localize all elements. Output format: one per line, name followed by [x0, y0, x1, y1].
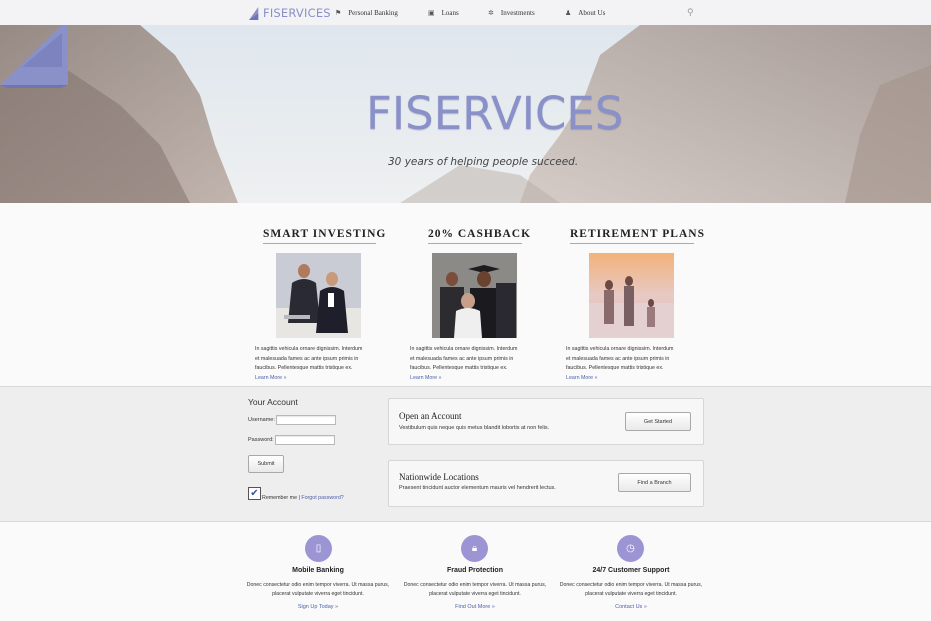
feature-text: In sagittis vehicula ornare dignissim. I… [410, 345, 522, 383]
submit-button[interactable]: Submit [248, 455, 284, 473]
learn-more-link[interactable]: Learn More » [566, 375, 598, 381]
hero-banner: FISERVICES 30 years of helping people su… [0, 25, 931, 203]
customer-support-text: Donec consectetur odio enim tempor viver… [559, 582, 703, 597]
fraud-protection-text: Donec consectetur odio enim tempor viver… [403, 582, 547, 597]
lock-icon: 🔒︎ [461, 535, 488, 562]
feature-image-business-people [276, 253, 361, 338]
nav-item-label: Loans [441, 9, 459, 17]
password-label: Password: [248, 437, 274, 443]
nav-item-label: About Us [578, 9, 606, 17]
learn-more-link[interactable]: Learn More » [410, 375, 442, 381]
feature-description: In sagittis vehicula ornare dignissim. I… [566, 346, 674, 371]
feature-image-family-beach [589, 253, 674, 338]
feature-text: In sagittis vehicula ornare dignissim. I… [255, 345, 367, 383]
nav-item-about-us[interactable]: ♟ About Us [565, 7, 605, 19]
feature-title-cashback: 20% CASHBACK [428, 228, 530, 244]
gear-icon: ✲ [488, 9, 494, 17]
open-account-title: Open an Account [399, 411, 462, 421]
contact-us-link[interactable]: Contact Us » [556, 604, 706, 610]
get-started-button[interactable]: Get Started [625, 412, 691, 431]
feature-title-retirement-plans: RETIREMENT PLANS [570, 228, 704, 244]
clock-icon: ◷ [617, 535, 644, 562]
open-account-text: Vestibulum quis neque quis metus blandit… [399, 425, 550, 431]
username-label: Username: [248, 417, 275, 423]
user-icon: ♟ [565, 9, 572, 17]
customer-support-title: 24/7 Customer Support [592, 567, 670, 574]
nav-logo[interactable]: FISERVICES [249, 5, 331, 21]
logo-mark-icon [249, 6, 259, 20]
remember-me-label: Remember me | [262, 495, 300, 501]
nav-logo-text: FISERVICES [263, 6, 331, 20]
learn-more-link[interactable]: Learn More » [255, 375, 287, 381]
wallet-icon: ▣ [428, 9, 435, 17]
locations-title: Nationwide Locations [399, 472, 479, 482]
your-account-heading: Your Account [248, 397, 298, 407]
sign-up-today-link[interactable]: Sign Up Today » [243, 604, 393, 610]
fraud-protection-title: Fraud Protection [446, 567, 503, 574]
remember-me-row: Remember me | Forgot password? [262, 495, 344, 501]
nav-item-investments[interactable]: ✲ Investments [488, 7, 535, 19]
mobile-banking-title: Mobile Banking [292, 567, 344, 574]
nav-item-label: Investments [500, 9, 535, 17]
locations-text: Praesent tincidunt auctor elementum maur… [399, 485, 556, 491]
hero-logo-mark-icon [0, 25, 68, 88]
find-out-more-link[interactable]: Find Out More » [400, 604, 550, 610]
nav-item-label: Personal Banking [348, 9, 398, 17]
feature-description: In sagittis vehicula ornare dignissim. I… [255, 346, 363, 371]
mobile-icon: ▯ [305, 535, 332, 562]
hero-tagline: 30 years of helping people succeed. [388, 156, 579, 168]
hero-title: FISERVICES [366, 87, 624, 140]
forgot-password-link[interactable]: Forgot password? [301, 495, 343, 501]
username-input[interactable] [276, 415, 336, 425]
feature-image-graduates [432, 253, 517, 338]
find-branch-button[interactable]: Find a Branch [618, 473, 691, 492]
mobile-banking-text: Donec consectetur odio enim tempor viver… [246, 582, 390, 597]
feature-title-smart-investing: SMART INVESTING [263, 228, 385, 244]
feature-description: In sagittis vehicula ornare dignissim. I… [410, 346, 518, 371]
flag-icon: ⚑ [335, 9, 342, 17]
search-icon[interactable]: ⚲ [687, 7, 694, 18]
nav-item-personal-banking[interactable]: ⚑ Personal Banking [335, 7, 398, 19]
password-input[interactable] [275, 435, 335, 445]
nav-item-loans[interactable]: ▣ Loans [428, 7, 459, 19]
top-nav: FISERVICES ⚑ Personal Banking ▣ Loans ✲ … [0, 0, 931, 26]
feature-text: In sagittis vehicula ornare dignissim. I… [566, 345, 678, 383]
remember-me-checkbox[interactable]: ✔ [248, 487, 261, 500]
